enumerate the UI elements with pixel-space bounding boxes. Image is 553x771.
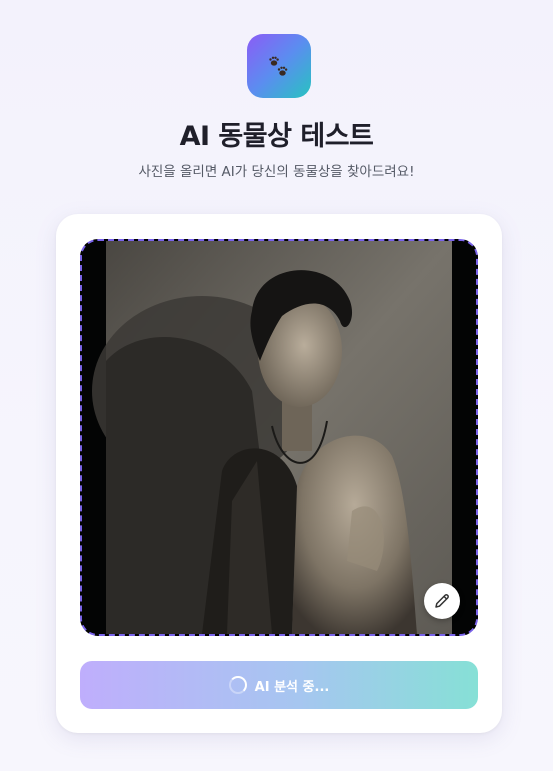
uploaded-photo xyxy=(82,241,476,634)
analyze-button[interactable]: AI 분석 중... xyxy=(80,661,478,709)
pencil-icon xyxy=(435,594,449,608)
edit-photo-button[interactable] xyxy=(424,583,460,619)
page-subtitle: 사진을 올리면 AI가 당신의 동물상을 찾아드려요! xyxy=(138,164,415,180)
page-title: AI 동물상 테스트 xyxy=(179,121,374,152)
app-logo xyxy=(247,34,311,98)
spinner-icon xyxy=(228,676,247,694)
analyze-button-label: AI 분석 중... xyxy=(254,679,330,695)
photo-upload-area[interactable] xyxy=(80,239,478,636)
paw-icon xyxy=(269,56,288,76)
